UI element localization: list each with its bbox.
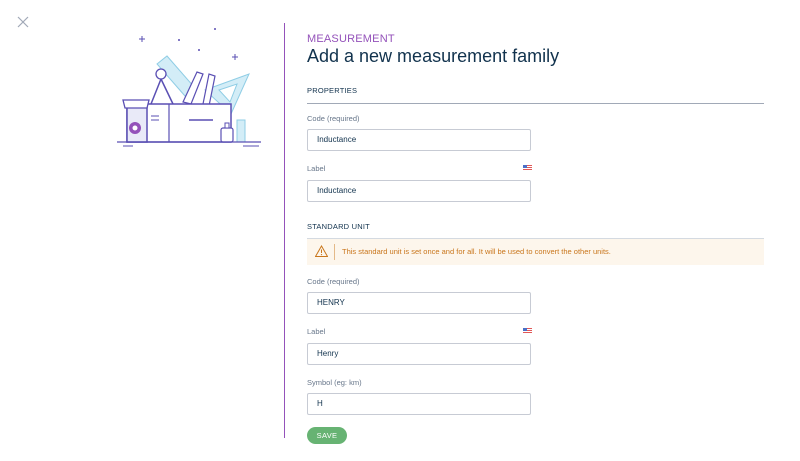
section-title-properties: PROPERTIES <box>307 86 764 104</box>
code-input[interactable]: Inductance <box>307 129 531 151</box>
unit-code-field-label: Code (required) <box>307 277 360 286</box>
page-title: Add a new measurement family <box>307 46 560 66</box>
symbol-input[interactable]: H <box>307 393 531 415</box>
symbol-field-label: Symbol (eg: km) <box>307 378 362 387</box>
us-flag-icon <box>523 328 532 334</box>
warning-separator <box>334 244 335 260</box>
warning-icon <box>315 245 328 257</box>
us-flag-icon <box>523 165 532 171</box>
warning-text: This standard unit is set once and for a… <box>342 247 611 256</box>
code-field-label: Code (required) <box>307 114 360 123</box>
unit-label-input[interactable]: Henry <box>307 343 531 365</box>
page-eyebrow: MEASUREMENT <box>307 33 395 45</box>
label-field-label: Label <box>307 164 326 173</box>
close-button[interactable] <box>15 14 31 30</box>
toolbox-illustration <box>113 24 265 148</box>
label-input[interactable]: Inductance <box>307 180 531 202</box>
unit-code-input[interactable]: HENRY <box>307 292 531 314</box>
unit-label-field-label: Label <box>307 327 326 336</box>
save-button[interactable]: SAVE <box>307 427 347 444</box>
close-icon <box>17 16 29 28</box>
vertical-divider <box>284 23 285 438</box>
warning-banner: This standard unit is set once and for a… <box>307 238 764 265</box>
